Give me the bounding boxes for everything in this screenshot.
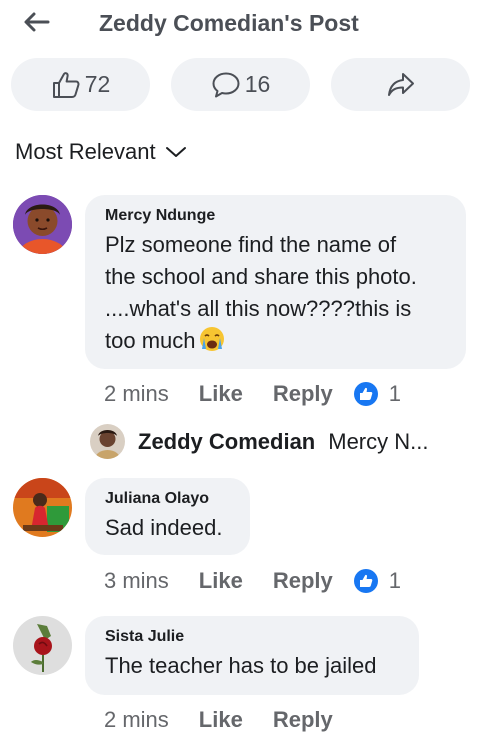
thumbs-up-icon: [52, 71, 80, 98]
comment-meta: 2 mins Like Reply: [104, 707, 333, 733]
comment-line: Plz someone find the name of: [105, 232, 397, 257]
like-link[interactable]: Like: [199, 707, 243, 733]
comment-author[interactable]: Juliana Olayo: [105, 490, 231, 508]
comment-bubble: Mercy Ndunge Plz someone find the name o…: [85, 195, 466, 369]
share-arrow-icon: [387, 72, 414, 96]
arrow-left-icon[interactable]: [22, 10, 50, 34]
comment-line: ....what's all this now????this is: [105, 296, 412, 321]
reply-text: Mercy N...: [328, 428, 429, 454]
comment-time[interactable]: 3 mins: [104, 568, 169, 594]
sort-label: Most Relevant: [15, 139, 156, 164]
post-actions: 72 16: [0, 58, 480, 112]
top-bar: Zeddy Comedian's Post: [0, 0, 480, 50]
reply-preview[interactable]: Zeddy Comedian Mercy N...: [90, 424, 428, 459]
comment-text: Plz someone find the name of the school …: [105, 229, 447, 357]
comment-count: 16: [244, 71, 271, 97]
comment-line-last: too much: [105, 325, 447, 357]
reply-link[interactable]: Reply: [273, 707, 333, 733]
reaction-count: 1: [388, 568, 401, 593]
avatar[interactable]: [13, 616, 72, 675]
avatar[interactable]: [13, 478, 72, 537]
like-reaction-icon[interactable]: [353, 568, 379, 594]
comment-line: the school and share this photo.: [105, 264, 417, 289]
like-link[interactable]: Like: [199, 381, 243, 407]
comment-button[interactable]: 16: [171, 58, 310, 111]
like-reaction-icon[interactable]: [353, 381, 379, 407]
like-button[interactable]: 72: [11, 58, 150, 111]
page-title: Zeddy Comedian's Post: [99, 10, 359, 36]
like-count: 72: [84, 71, 111, 97]
comment-time[interactable]: 2 mins: [104, 381, 169, 407]
reply-author: Zeddy Comedian: [138, 428, 316, 454]
comment-time[interactable]: 2 mins: [104, 707, 169, 733]
share-button[interactable]: [331, 58, 470, 111]
chevron-down-icon: [165, 147, 186, 157]
reaction-count: 1: [388, 381, 401, 406]
comment-meta: 3 mins Like Reply 1: [104, 568, 401, 594]
like-link[interactable]: Like: [199, 568, 243, 594]
comment-bubble-icon: [212, 72, 240, 97]
reply-link[interactable]: Reply: [273, 568, 333, 594]
comment-author[interactable]: Sista Julie: [105, 628, 400, 646]
comment-author[interactable]: Mercy Ndunge: [105, 207, 447, 225]
comment-text: The teacher has to be jailed: [105, 653, 377, 678]
sort-dropdown[interactable]: Most Relevant: [15, 139, 187, 165]
comment-bubble: Juliana Olayo Sad indeed.: [85, 478, 250, 555]
comment-line: too much: [105, 328, 196, 353]
crying-face-emoji: [199, 327, 224, 351]
avatar[interactable]: [13, 195, 72, 254]
avatar: [90, 424, 125, 459]
comment-meta: 2 mins Like Reply 1: [104, 381, 401, 407]
reply-link[interactable]: Reply: [273, 381, 333, 407]
comment-text: Sad indeed.: [105, 515, 223, 540]
comment-bubble: Sista Julie The teacher has to be jailed: [85, 616, 419, 695]
